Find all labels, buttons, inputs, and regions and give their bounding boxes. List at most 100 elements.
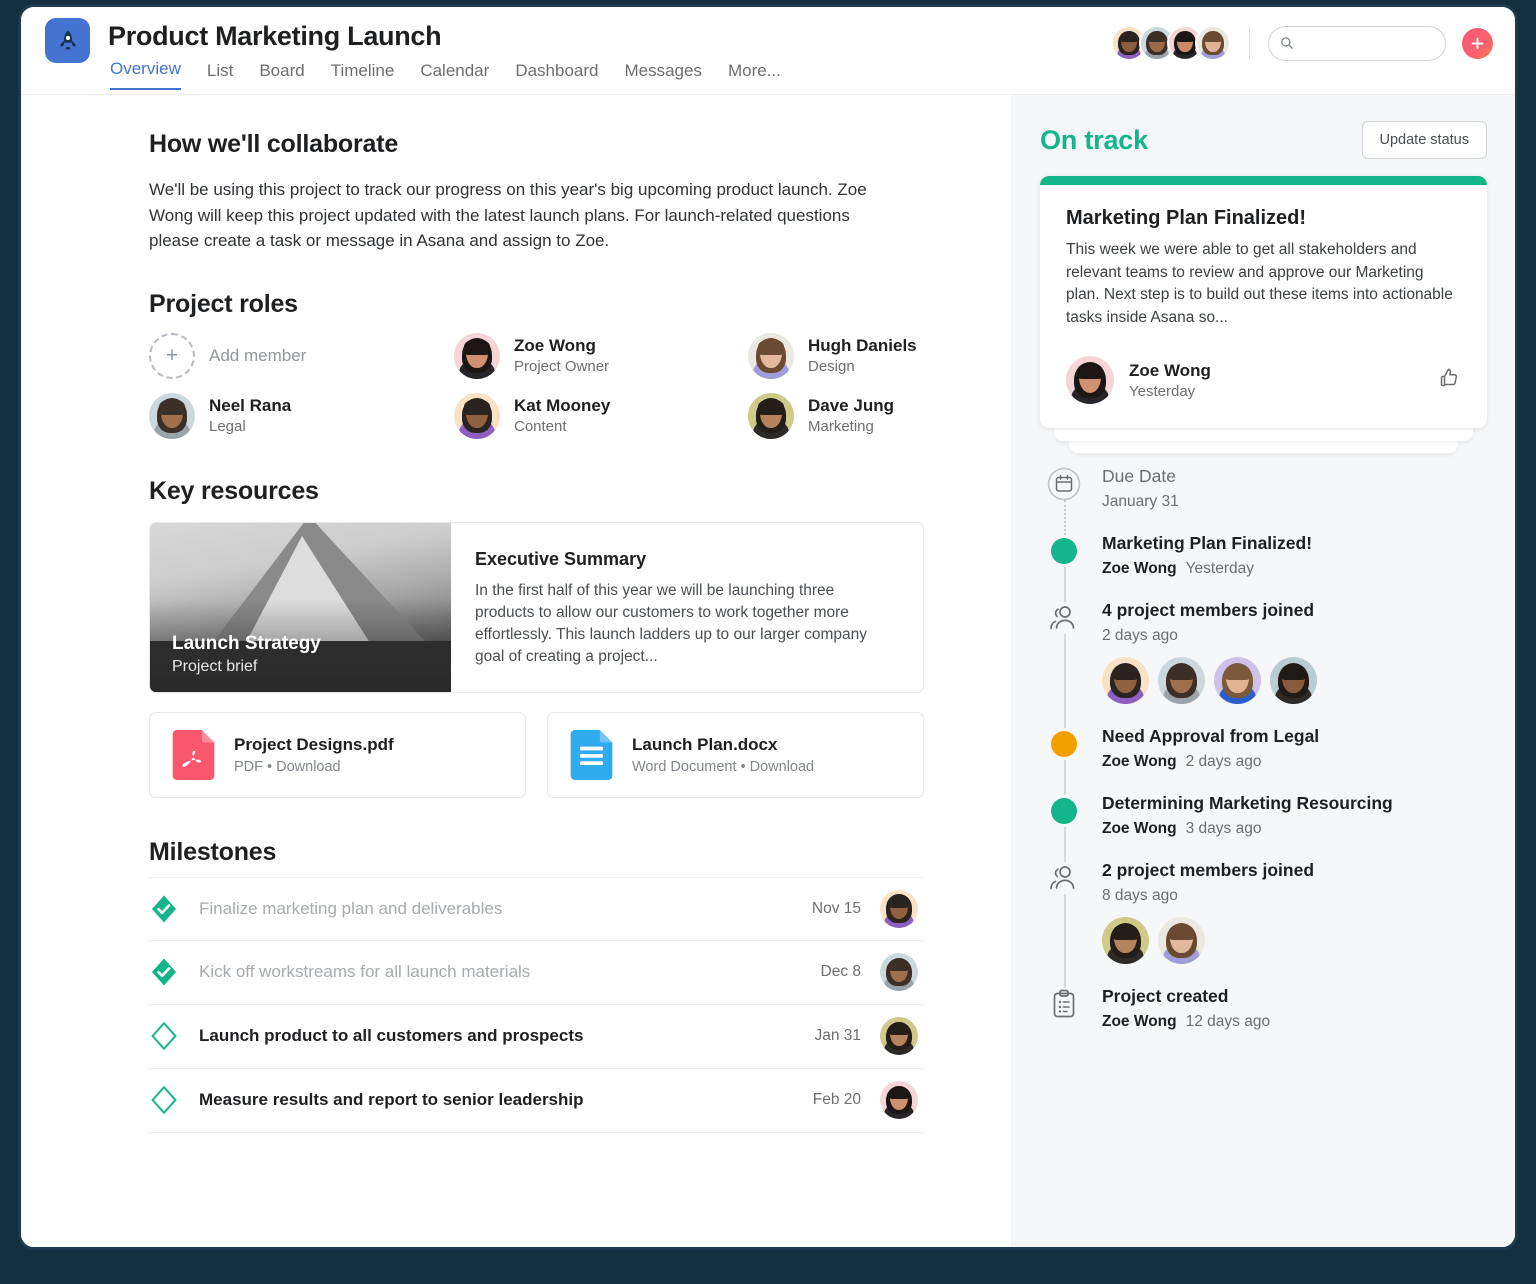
milestone-incomplete-icon[interactable]: [149, 1021, 179, 1051]
file-attachment-card[interactable]: Project Designs.pdfPDF • Download: [149, 712, 526, 798]
tab-list[interactable]: List: [207, 61, 233, 90]
timeline-title: Marketing Plan Finalized!: [1102, 533, 1487, 554]
pdf-file-icon: [172, 730, 215, 780]
timeline-avatar-group: [1102, 657, 1487, 704]
tab-board[interactable]: Board: [259, 61, 304, 90]
timeline-item[interactable]: Determining Marketing ResourcingZoe Wong…: [1040, 793, 1487, 860]
timeline-item[interactable]: 2 project members joined8 days ago: [1040, 860, 1487, 986]
timeline-item[interactable]: Marketing Plan Finalized! Zoe WongYesterd…: [1040, 533, 1487, 600]
add-member-item[interactable]: + Add member: [149, 333, 454, 379]
timeline-item[interactable]: Need Approval from Legal Zoe Wong2 days a…: [1040, 726, 1487, 793]
project-role-item[interactable]: Hugh DanielsDesign: [748, 333, 951, 379]
milestone-label: Measure results and report to senior lea…: [199, 1090, 813, 1110]
milestone-label: Kick off workstreams for all launch mate…: [199, 962, 821, 982]
status-card-author: Zoe Wong: [1129, 361, 1211, 381]
timeline-connector: [1064, 760, 1066, 795]
status-card-title: Marketing Plan Finalized!: [1066, 207, 1461, 230]
timeline-title: Need Approval from Legal: [1102, 726, 1487, 747]
project-roles-heading: Project roles: [149, 290, 951, 319]
status-card-text: This week we were able to get all stakeh…: [1066, 239, 1461, 329]
role-member-role: Marketing: [808, 418, 894, 435]
timeline-item[interactable]: Project createdZoe Wong12 days ago: [1040, 986, 1487, 1053]
status-card-author-row: Zoe Wong Yesterday: [1066, 356, 1461, 404]
tab-messages[interactable]: Messages: [624, 61, 701, 90]
timeline-subtitle: 2 days ago: [1102, 627, 1487, 645]
launch-strategy-thumbnail: Launch Strategy Project brief: [150, 523, 451, 692]
avatar: [880, 953, 918, 991]
member-avatar-group[interactable]: [1111, 25, 1231, 61]
status-header: On track Update status: [1040, 121, 1487, 159]
timeline-connector: [1064, 827, 1066, 862]
milestone-complete-icon[interactable]: [149, 957, 179, 987]
body: How we'll collaborate We'll be using thi…: [21, 95, 1515, 1247]
timeline-avatar-group: [1102, 917, 1487, 964]
avatar: [880, 1017, 918, 1055]
milestones-heading: Milestones: [149, 838, 951, 867]
avatar: [748, 393, 794, 439]
collaborate-heading: How we'll collaborate: [149, 130, 951, 159]
role-member-role: Legal: [209, 418, 291, 435]
update-status-button[interactable]: Update status: [1362, 121, 1487, 159]
timeline-title: 2 project members joined: [1102, 860, 1487, 881]
timeline-item[interactable]: Due DateJanuary 31: [1040, 466, 1487, 533]
thumbs-up-icon[interactable]: [1437, 366, 1461, 395]
milestone-row[interactable]: Launch product to all customers and pros…: [149, 1005, 924, 1069]
word-file-icon: [570, 730, 613, 780]
timeline-title: Project created: [1102, 986, 1487, 1007]
timeline-connector: [1064, 894, 1066, 988]
milestone-complete-icon[interactable]: [149, 894, 179, 924]
file-attachment-card[interactable]: Launch Plan.docx Word Document • Download: [547, 712, 924, 798]
tab-calendar[interactable]: Calendar: [420, 61, 489, 90]
role-member-role: Design: [808, 358, 917, 375]
add-button[interactable]: [1462, 28, 1493, 59]
status-dot: [1046, 793, 1082, 829]
project-role-item[interactable]: Dave JungMarketing: [748, 393, 951, 439]
milestone-row[interactable]: Kick off workstreams for all launch mate…: [149, 941, 924, 1005]
milestone-incomplete-icon[interactable]: [149, 1085, 179, 1115]
executive-summary-body: Executive Summary In the first half of t…: [451, 523, 919, 692]
file-name: Launch Plan.docx: [632, 735, 814, 755]
plus-icon[interactable]: +: [149, 333, 195, 379]
divider: [1249, 27, 1250, 59]
file-attachments: Project Designs.pdfPDF • DownloadLaunch …: [149, 712, 951, 798]
avatar: [1214, 657, 1261, 704]
timeline-subtitle: Zoe WongYesterday: [1102, 560, 1487, 578]
project-role-item[interactable]: Neel RanaLegal: [149, 393, 454, 439]
project-role-item[interactable]: Kat MooneyContent: [454, 393, 748, 439]
role-member-name: Kat Mooney: [514, 396, 610, 416]
file-name: Project Designs.pdf: [234, 735, 394, 755]
plus-icon: [1470, 36, 1485, 51]
tab-timeline[interactable]: Timeline: [331, 61, 395, 90]
timeline-title: Determining Marketing Resourcing: [1102, 793, 1487, 814]
milestone-date: Nov 15: [812, 900, 861, 918]
avatar: [1158, 657, 1205, 704]
project-role-item[interactable]: Zoe WongProject Owner: [454, 333, 748, 379]
avatar: [1066, 356, 1114, 404]
activity-timeline: Due DateJanuary 31Marketing Plan Finaliz…: [1040, 466, 1487, 1053]
milestone-label: Launch product to all customers and pros…: [199, 1026, 814, 1046]
top-bar-right: [1111, 25, 1493, 61]
avatar: [1270, 657, 1317, 704]
tab-more[interactable]: More...: [728, 61, 781, 90]
timeline-subtitle: Zoe Wong2 days ago: [1102, 753, 1487, 771]
executive-summary-card[interactable]: Launch Strategy Project brief Executive …: [149, 522, 924, 693]
timeline-item[interactable]: 4 project members joined 2 days ago: [1040, 600, 1487, 726]
calendar-icon: [1046, 466, 1082, 502]
project-roles-grid: + Add member Zoe WongProject OwnerHugh D…: [149, 333, 951, 439]
timeline-title: 4 project members joined: [1102, 600, 1487, 621]
status-sidebar: On track Update status Marketing Plan Fi…: [1011, 95, 1515, 1247]
milestone-row[interactable]: Measure results and report to senior lea…: [149, 1069, 924, 1133]
status-card-stack: Marketing Plan Finalized! This week we w…: [1040, 176, 1487, 428]
app-window: Product Marketing Launch Overview List B…: [18, 4, 1518, 1250]
clipboard-icon: [1046, 986, 1082, 1022]
tab-dashboard[interactable]: Dashboard: [515, 61, 598, 90]
file-meta: Word Document • Download: [632, 759, 814, 775]
search-input[interactable]: [1301, 35, 1434, 51]
main-content: How we'll collaborate We'll be using thi…: [21, 95, 1011, 1247]
tab-overview[interactable]: Overview: [110, 59, 181, 90]
status-update-card[interactable]: Marketing Plan Finalized! This week we w…: [1040, 176, 1487, 428]
people-icon: [1046, 600, 1082, 636]
role-member-role: Project Owner: [514, 358, 609, 375]
milestone-row[interactable]: Finalize marketing plan and deliverables…: [149, 877, 924, 941]
search-box[interactable]: [1268, 26, 1446, 61]
